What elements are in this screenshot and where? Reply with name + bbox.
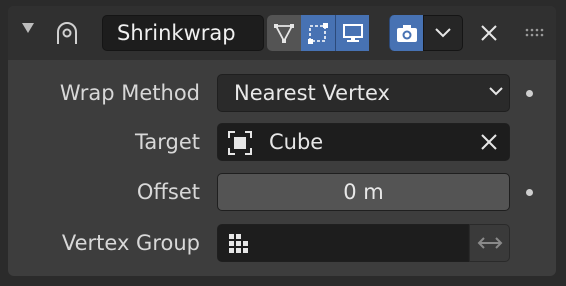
wrap-method-dropdown[interactable]: Nearest Vertex bbox=[217, 74, 510, 112]
modifier-name-field[interactable]: Shrinkwrap bbox=[102, 15, 264, 51]
collapse-arrow-icon[interactable] bbox=[22, 23, 34, 33]
vertex-group-field[interactable] bbox=[217, 224, 469, 262]
edit-mode-icon bbox=[308, 23, 328, 44]
arrows-horizontal-icon bbox=[477, 237, 502, 249]
viewport-display-button[interactable] bbox=[335, 15, 369, 51]
viewport-display-icon bbox=[342, 24, 363, 42]
wrap-method-keyframe-dot[interactable] bbox=[526, 90, 533, 97]
modifier-header: Shrinkwrap bbox=[8, 6, 556, 60]
invert-vertex-group-button[interactable] bbox=[469, 224, 510, 262]
offset-slider[interactable]: 0 m bbox=[217, 173, 510, 211]
edit-mode-button[interactable] bbox=[301, 15, 335, 51]
modifier-panel: Shrinkwrap Wrap Method Nearest Vertex Ta… bbox=[8, 6, 556, 276]
modifier-menu-button[interactable] bbox=[423, 15, 463, 51]
chevron-down-icon bbox=[435, 28, 451, 38]
render-camera-icon bbox=[396, 25, 417, 42]
target-label: Target bbox=[135, 130, 200, 154]
remove-modifier-button[interactable] bbox=[472, 16, 506, 50]
shrinkwrap-modifier-icon bbox=[57, 22, 77, 44]
edit-cage-icon bbox=[274, 24, 294, 43]
render-button[interactable] bbox=[389, 15, 423, 51]
vertex-group-label: Vertex Group bbox=[61, 231, 200, 255]
drag-handle-icon[interactable] bbox=[524, 26, 548, 40]
object-icon bbox=[228, 131, 252, 155]
target-field[interactable] bbox=[217, 123, 510, 161]
clear-target-icon[interactable] bbox=[480, 133, 498, 151]
chevron-down-icon bbox=[489, 87, 503, 96]
edit-cage-button[interactable] bbox=[267, 15, 301, 51]
close-icon bbox=[481, 25, 497, 41]
offset-label: Offset bbox=[136, 180, 200, 204]
target-value: Cube bbox=[269, 130, 324, 154]
offset-keyframe-dot[interactable] bbox=[526, 189, 533, 196]
vertex-group-icon bbox=[229, 234, 248, 253]
wrap-method-label: Wrap Method bbox=[59, 81, 200, 105]
